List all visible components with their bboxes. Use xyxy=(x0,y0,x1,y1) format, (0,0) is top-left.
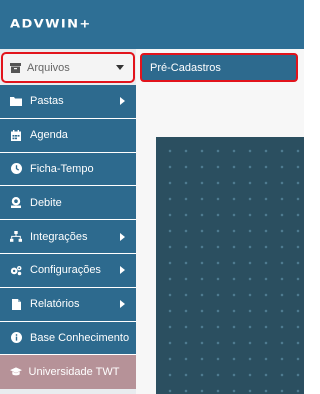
chevron-right-icon xyxy=(120,266,125,275)
archive-icon xyxy=(10,62,21,73)
sidebar-item-relatorios[interactable]: Relatórios xyxy=(0,287,136,322)
file-icon xyxy=(10,298,22,310)
sidebar-item-ficha-tempo[interactable]: Ficha-Tempo xyxy=(0,152,136,187)
chevron-right-icon xyxy=(120,97,125,106)
sidebar-item-label: Debite xyxy=(30,196,62,209)
sitemap-icon xyxy=(10,231,22,243)
folder-icon xyxy=(10,95,22,107)
gears-icon xyxy=(10,264,22,276)
sidebar-item-label: Integrações xyxy=(30,230,88,243)
sidebar-item-label: Universidade TWT xyxy=(28,366,120,379)
sidebar-item-agenda[interactable]: Agenda xyxy=(0,118,136,153)
dotted-background-panel xyxy=(156,137,304,394)
sidebar-item-label: Agenda xyxy=(30,129,68,142)
sidebar-item-universidade-twt[interactable]: Universidade TWT xyxy=(0,355,136,390)
main-content xyxy=(136,49,304,394)
sidebar-item-integracoes[interactable]: Integrações xyxy=(0,220,136,254)
sidebar-item-label: Relatórios xyxy=(30,298,80,311)
app-logo[interactable]: ADVWIN+ xyxy=(10,18,92,31)
sidebar-menu: Pastas Agenda Ficha-Tempo Debite Integra… xyxy=(0,85,136,390)
sidebar: Arquivos Pastas Agenda Ficha-Tempo Debit… xyxy=(0,49,136,394)
clock-icon xyxy=(10,163,22,175)
sidebar-item-debite[interactable]: Debite xyxy=(0,186,136,221)
archive-label: Arquivos xyxy=(27,61,70,74)
sidebar-item-label: Base Conhecimento xyxy=(30,331,130,344)
top-bar: ADVWIN+ xyxy=(0,0,304,49)
chevron-right-icon xyxy=(120,232,125,241)
archive-menu-toggle[interactable]: Arquivos xyxy=(1,52,135,83)
sidebar-item-label: Ficha-Tempo xyxy=(30,162,94,175)
sidebar-item-pastas[interactable]: Pastas xyxy=(0,85,136,119)
dropdown-item-pre-cadastros[interactable]: Pré-Cadastros xyxy=(140,53,298,82)
sidebar-item-base-conhecimento[interactable]: Base Conhecimento xyxy=(0,321,136,356)
info-icon xyxy=(10,332,22,344)
money-icon xyxy=(10,197,22,209)
dropdown-item-label: Pré-Cadastros xyxy=(150,61,221,74)
sidebar-item-label: Pastas xyxy=(30,95,64,108)
chevron-down-icon xyxy=(116,65,124,70)
calendar-icon xyxy=(10,129,22,141)
chevron-right-icon xyxy=(120,300,125,309)
sidebar-item-configuracoes[interactable]: Configurações xyxy=(0,253,136,288)
graduation-cap-icon xyxy=(10,366,22,378)
sidebar-item-label: Configurações xyxy=(30,264,101,277)
